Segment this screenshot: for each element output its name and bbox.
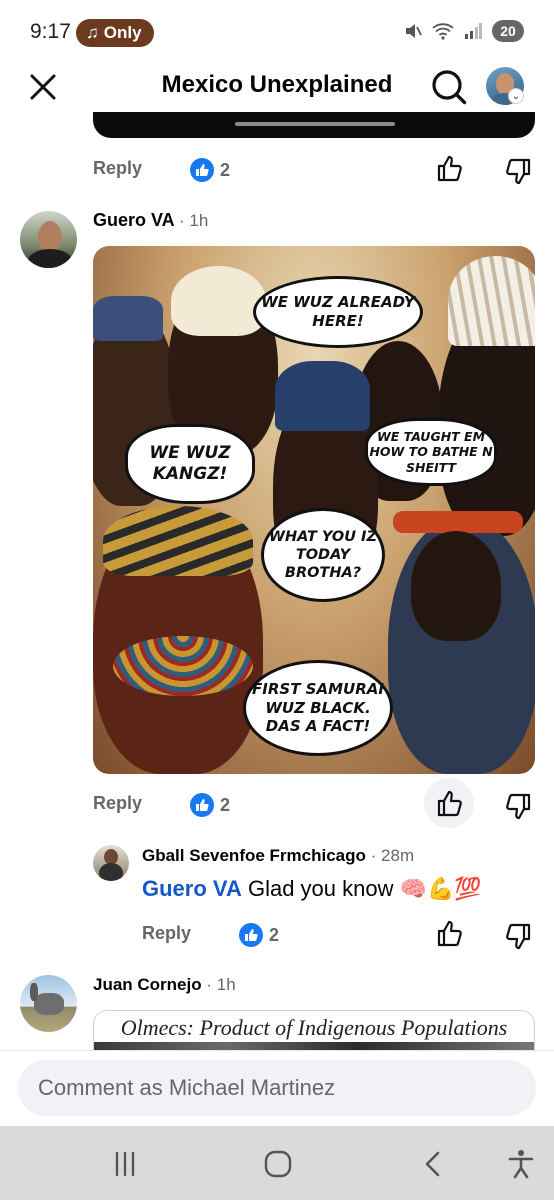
comment-image-meme[interactable]: WE WUZ ALREADY HERE! WE WUZ KANGZ! WE TA… xyxy=(93,246,535,774)
reply-author[interactable]: Gball Sevenfoe Frmchicago · 28m xyxy=(142,846,414,866)
comment-author[interactable]: Juan Cornejo · 1h xyxy=(93,975,236,995)
like-icon[interactable] xyxy=(436,919,466,949)
media-pill-label: Only xyxy=(103,23,142,42)
comment-actions: Reply xyxy=(93,788,142,818)
speech-bubble-3: WE TAUGHT EM HOW TO BATHE N SHEITT xyxy=(365,418,497,486)
avatar-donkey-ear xyxy=(30,983,38,1001)
comment-author[interactable]: Guero VA · 1h xyxy=(93,210,208,231)
battery-indicator: 20 xyxy=(492,20,524,42)
pharaoh-collar xyxy=(113,636,253,696)
dislike-icon[interactable] xyxy=(502,791,532,821)
speech-bubble-2: WE WUZ KANGZ! xyxy=(125,424,255,504)
reaction-summary[interactable]: 2 xyxy=(239,920,279,950)
music-note-icon: ♫ xyxy=(86,23,99,42)
reply-button[interactable]: Reply xyxy=(142,923,191,944)
separator-dot: · xyxy=(179,211,190,230)
avatar-body xyxy=(28,249,72,268)
search-icon[interactable] xyxy=(428,66,470,108)
status-time: 9:17 xyxy=(30,20,71,43)
comment-time: 1h xyxy=(189,211,209,230)
mention-link[interactable]: Guero VA xyxy=(142,876,242,901)
turban xyxy=(171,266,266,336)
app-bar: Mexico Unexplained xyxy=(0,62,554,112)
system-nav-bar xyxy=(0,1126,554,1200)
avatar-gball[interactable] xyxy=(93,845,129,881)
like-reaction-icon xyxy=(190,793,214,817)
avatar-juan[interactable] xyxy=(20,975,77,1032)
comment-actions: Reply xyxy=(93,153,142,183)
comment-time: 1h xyxy=(216,975,236,994)
center-crown xyxy=(275,361,370,431)
reply-time: 28m xyxy=(381,846,415,865)
status-bar: 9:17 ♫ Only 20 xyxy=(0,0,554,62)
page-title: Mexico Unexplained xyxy=(161,71,393,98)
reply-button[interactable]: Reply xyxy=(93,793,142,814)
speech-bubble-5: FIRST SAMURAI WUZ BLACK. DAS A FACT! xyxy=(243,660,393,756)
like-reaction-icon xyxy=(190,158,214,182)
reaction-summary[interactable]: 2 xyxy=(190,155,230,185)
comment-image-preview[interactable]: Olmecs: Product of Indigenous Population… xyxy=(93,1010,535,1050)
pharaoh-headdress xyxy=(103,506,253,576)
like-reaction-icon xyxy=(239,923,263,947)
separator-dot: · xyxy=(206,975,217,994)
feather-headdress xyxy=(448,256,535,346)
reaction-summary[interactable]: 2 xyxy=(190,790,230,820)
mute-icon xyxy=(406,24,422,38)
dislike-icon[interactable] xyxy=(502,156,532,186)
samurai-face xyxy=(411,531,501,641)
author-name[interactable]: Gball Sevenfoe Frmchicago xyxy=(142,846,366,865)
comment-composer xyxy=(0,1050,554,1126)
reaction-count: 2 xyxy=(220,794,231,815)
like-icon[interactable] xyxy=(436,789,466,819)
signal-icon xyxy=(465,23,482,39)
reply-actions: Reply xyxy=(142,918,191,948)
video-progress xyxy=(235,122,395,126)
reply-text: Guero VA Glad you know 🧠💪💯 xyxy=(142,876,482,902)
back-icon[interactable] xyxy=(418,1148,450,1180)
author-name[interactable]: Guero VA xyxy=(93,210,174,230)
avatar-guero[interactable] xyxy=(20,211,77,268)
author-name[interactable]: Juan Cornejo xyxy=(93,975,202,994)
media-pill[interactable]: ♫ Only xyxy=(76,19,154,47)
avatar-body xyxy=(99,863,123,881)
emoji-sequence: 🧠💪💯 xyxy=(399,876,482,901)
reply-button[interactable]: Reply xyxy=(93,158,142,179)
dislike-icon[interactable] xyxy=(502,921,532,951)
like-icon[interactable] xyxy=(436,154,466,184)
speech-bubble-4: WHAT YOU IZ TODAY BROTHA? xyxy=(261,508,385,602)
red-headband xyxy=(393,511,523,533)
chevron-down-icon[interactable]: ⌄ xyxy=(508,88,524,104)
recents-icon[interactable] xyxy=(109,1148,141,1180)
preview-image-strip xyxy=(94,1042,534,1050)
preview-title: Olmecs: Product of Indigenous Population… xyxy=(120,1015,508,1040)
home-icon[interactable] xyxy=(262,1148,294,1180)
status-icons: 20 xyxy=(404,20,524,42)
reaction-count: 2 xyxy=(269,924,280,945)
separator-dot: · xyxy=(370,846,382,865)
reply-message: Glad you know xyxy=(247,876,394,901)
comment-input[interactable] xyxy=(18,1060,536,1116)
reaction-count: 2 xyxy=(220,159,231,180)
avatar-donkey xyxy=(34,993,64,1015)
wifi-icon xyxy=(432,23,454,40)
speech-bubble-1: WE WUZ ALREADY HERE! xyxy=(253,276,423,348)
accessibility-icon[interactable] xyxy=(505,1148,537,1180)
headdress-left xyxy=(93,296,163,341)
